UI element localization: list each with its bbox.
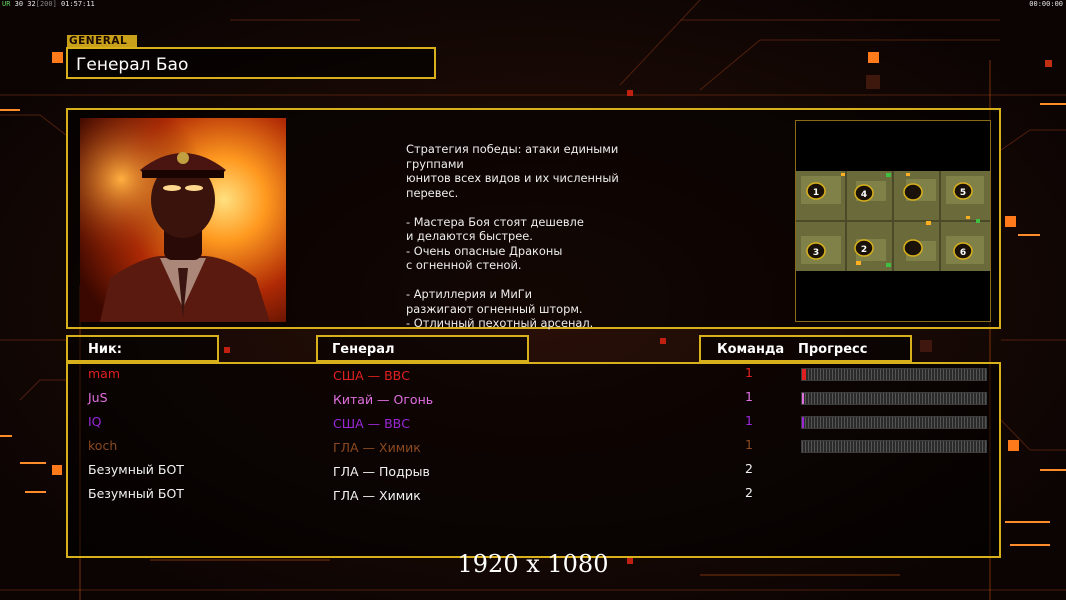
map-slot-2[interactable]: 2 (861, 245, 867, 255)
general-portrait (80, 118, 286, 322)
player-nick: Безумный БОТ (88, 486, 184, 501)
player-general[interactable]: ГЛА — Химик (333, 488, 421, 503)
player-progress-bar (801, 440, 987, 453)
map-slot-4[interactable]: 4 (861, 190, 867, 200)
map-preview[interactable]: 1 4 5 3 2 6 (795, 120, 991, 322)
player-general[interactable]: США — ВВС (333, 416, 410, 431)
player-general[interactable]: США — ВВС (333, 368, 410, 383)
player-row[interactable]: mam США — ВВС 1 (68, 364, 999, 384)
header-general-label: Генерал (332, 342, 395, 357)
player-row[interactable]: Безумный БОТ ГЛА — Химик 2 (68, 484, 999, 504)
header-nick: Ник: (66, 335, 219, 362)
header-progress-label: Прогресс (798, 342, 868, 357)
general-name: Генерал Бао (76, 55, 189, 75)
player-general[interactable]: ГЛА — Подрыв (333, 464, 430, 479)
player-team[interactable]: 1 (744, 365, 754, 380)
hud-fps: 30 32 (14, 0, 36, 8)
header-general: Генерал (316, 335, 529, 362)
map-slot-1[interactable]: 1 (813, 188, 819, 198)
general-title-box: Генерал Бао (66, 47, 436, 79)
header-team-label: Команда (717, 342, 785, 357)
player-row[interactable]: Безумный БОТ ГЛА — Подрыв 2 (68, 460, 999, 480)
player-list: mam США — ВВС 1 JuS Китай — Огонь 1 IQ США — ВВ… (66, 362, 1001, 558)
strategy-description: Стратегия победы: атаки едиными группами… (406, 142, 619, 330)
general-portrait-image (80, 118, 286, 322)
player-team[interactable]: 1 (744, 413, 754, 428)
player-team[interactable]: 1 (744, 437, 754, 452)
player-general[interactable]: Китай — Огонь (333, 392, 433, 407)
player-progress-fill (802, 393, 804, 404)
player-team[interactable]: 2 (744, 461, 754, 476)
player-nick: IQ (88, 414, 102, 429)
player-general[interactable]: ГЛА — Химик (333, 440, 421, 455)
player-nick: JuS (88, 390, 108, 405)
player-team[interactable]: 1 (744, 389, 754, 404)
general-info-panel: Стратегия победы: атаки едиными группами… (66, 108, 1001, 330)
player-row[interactable]: IQ США — ВВС 1 (68, 412, 999, 432)
map-slot-5[interactable]: 5 (960, 188, 966, 198)
player-progress-fill (802, 369, 806, 380)
player-nick: koch (88, 438, 118, 453)
player-progress-bar (801, 368, 987, 381)
resolution-caption: 1920 x 1080 (457, 550, 609, 578)
player-progress-fill (802, 417, 804, 428)
player-progress-bar (801, 392, 987, 405)
player-nick: mam (88, 366, 121, 381)
header-team-progress: Команда Прогресс (699, 335, 912, 362)
player-row[interactable]: JuS Китай — Огонь 1 (68, 388, 999, 408)
hud-clock: 01:57:11 (61, 0, 95, 8)
hud-prefix: UR (2, 0, 11, 8)
header-nick-label: Ник: (88, 342, 123, 357)
player-nick: Безумный БОТ (88, 462, 184, 477)
player-row[interactable]: koch ГЛА — Химик 1 (68, 436, 999, 456)
player-progress-bar (801, 416, 987, 429)
map-slot-3[interactable]: 3 (813, 248, 819, 258)
hud-timer: 00:00:00 (1029, 0, 1063, 8)
player-team[interactable]: 2 (744, 485, 754, 500)
hud-bracket: [200] (35, 0, 57, 8)
hud-stats: UR 30 32[200] 01:57:11 (2, 0, 95, 8)
map-slot-6[interactable]: 6 (960, 248, 966, 258)
